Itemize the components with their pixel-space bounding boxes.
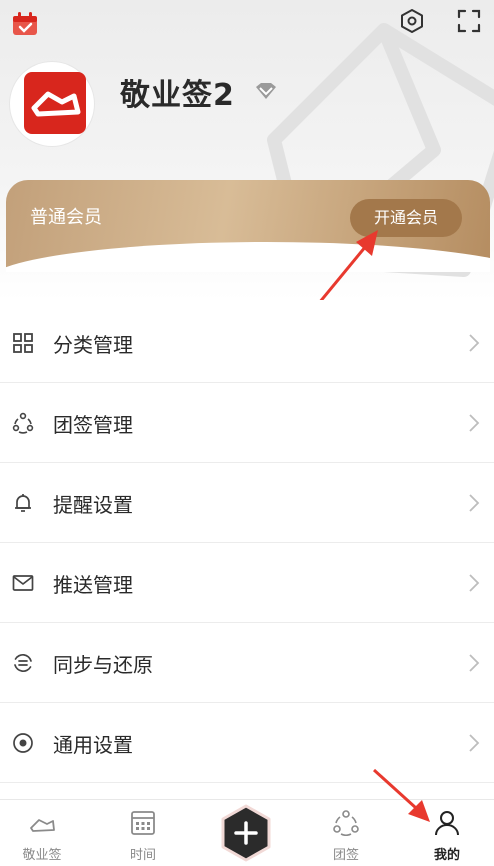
fullscreen-scan-icon[interactable] [456,8,482,34]
team-circle-icon [333,810,359,836]
chevron-right-icon [469,654,480,672]
menu-item-label: 推送管理 [53,573,133,597]
add-note-button[interactable] [220,804,272,862]
chevron-right-icon [469,414,480,432]
chevron-right-icon [469,574,480,592]
note-icon [30,819,55,832]
settings-dot-icon [13,733,33,753]
app-logo-icon [31,91,81,117]
menu-item-sync[interactable]: 同步与还原 [0,623,494,703]
menu-item-push[interactable]: 推送管理 [0,543,494,623]
bell-icon [15,494,31,512]
chevron-right-icon [469,334,480,352]
tab-time[interactable]: 时间 [98,800,188,866]
menu-item-label: 同步与还原 [53,653,153,677]
team-circle-icon [12,412,34,434]
tab-notes[interactable]: 敬业签 [0,800,87,866]
sync-icon [14,653,32,673]
app-name: 敬业签2 [120,78,235,113]
tab-label: 团签 [332,848,359,863]
grid-icon [13,333,33,353]
menu-item-label: 提醒设置 [53,493,133,517]
person-icon [435,811,459,836]
red-arrow-annotation [319,230,378,300]
menu-item-label: 团签管理 [53,413,133,437]
menu-item-label: 通用设置 [53,733,133,757]
chevron-right-icon [469,734,480,752]
membership-level: 普通会员 [30,207,102,228]
tab-label: 我的 [433,848,460,863]
mail-icon [12,575,34,591]
menu-item-reminder[interactable]: 提醒设置 [0,463,494,543]
avatar[interactable] [24,72,86,134]
menu-item-team[interactable]: 团签管理 [0,383,494,463]
menu-item-category[interactable]: 分类管理 [0,303,494,383]
red-arrow-annotation [372,768,430,822]
chevron-right-icon [469,494,480,512]
settings-hexagon-icon[interactable] [399,8,425,34]
diamond-vip-icon[interactable] [254,82,278,100]
tab-label: 时间 [129,848,156,863]
calendar-icon [131,811,155,835]
profile-header: 敬业签2 普通会员 开通会员 [0,0,494,300]
calendar-check-icon[interactable] [12,12,38,36]
settings-menu: 分类管理 团签管理 提醒设置 推送管理 同步与还原 通用设置 [0,303,494,783]
menu-item-label: 分类管理 [53,333,133,357]
tab-label: 敬业签 [22,848,62,863]
